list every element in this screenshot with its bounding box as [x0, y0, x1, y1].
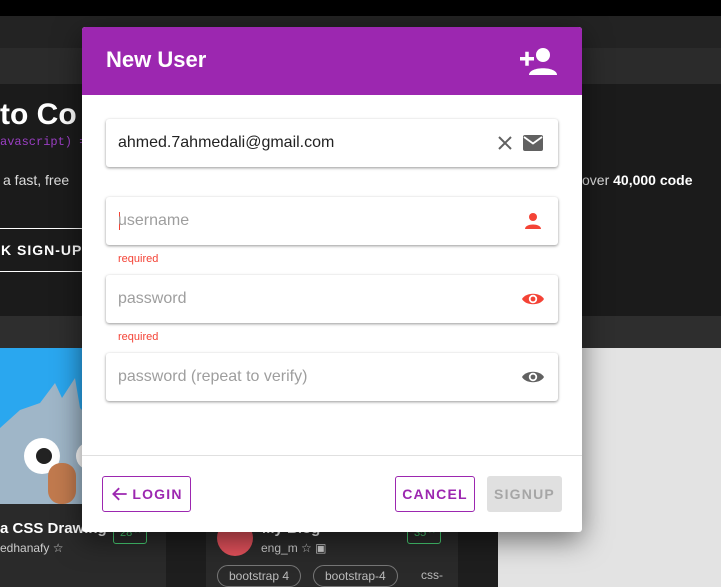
person-add-icon [520, 48, 557, 75]
password-field[interactable] [106, 275, 558, 323]
login-button[interactable]: LOGIN [102, 476, 191, 512]
cancel-button[interactable]: CANCEL [395, 476, 475, 512]
password-input[interactable] [118, 275, 488, 323]
hero-code-snippet: avascript) => [0, 135, 94, 149]
hero-tagline-right: over 40,000 code [582, 172, 693, 188]
hero-title: to Co [0, 98, 77, 131]
person-icon [525, 213, 541, 229]
dialog-header: New User [82, 27, 582, 95]
pen-card-1-author[interactable]: edhanafy ☆ [0, 541, 63, 555]
pen-card-2-author[interactable]: eng_m ☆ ▣ [261, 541, 326, 555]
login-button-label: LOGIN [132, 486, 183, 502]
eye-icon[interactable] [521, 287, 545, 311]
cancel-button-label: CANCEL [402, 486, 468, 502]
username-input[interactable] [118, 197, 488, 245]
username-error: required [118, 253, 159, 265]
dialog-title: New User [106, 47, 207, 72]
hero-signup-button[interactable]: K SIGN-UP [0, 228, 84, 272]
email-input[interactable] [118, 119, 488, 167]
password-repeat-input[interactable] [118, 353, 488, 401]
email-field[interactable] [106, 119, 558, 167]
tag-bootstrap-4[interactable]: bootstrap 4 [217, 565, 302, 587]
password-error: required [118, 331, 159, 343]
hero-tagline-count: 40,000 code [613, 172, 693, 188]
username-field[interactable] [106, 197, 558, 245]
signup-button[interactable]: SIGNUP [487, 476, 562, 512]
browser-top-bar [0, 0, 721, 16]
close-icon[interactable] [493, 131, 517, 155]
password-repeat-field[interactable] [106, 353, 558, 401]
email-icon [523, 135, 543, 151]
hero-tagline-left: a fast, free [3, 172, 70, 188]
arrow-back-icon [112, 487, 127, 501]
signup-button-label: SIGNUP [494, 486, 555, 502]
hero-tagline-prefix: over [582, 172, 610, 188]
eye-icon[interactable] [521, 365, 545, 389]
tag-css[interactable]: css- [410, 565, 454, 587]
tag-bootstrap-4-dash[interactable]: bootstrap-4 [313, 565, 398, 587]
new-user-dialog: New User required [82, 27, 582, 532]
